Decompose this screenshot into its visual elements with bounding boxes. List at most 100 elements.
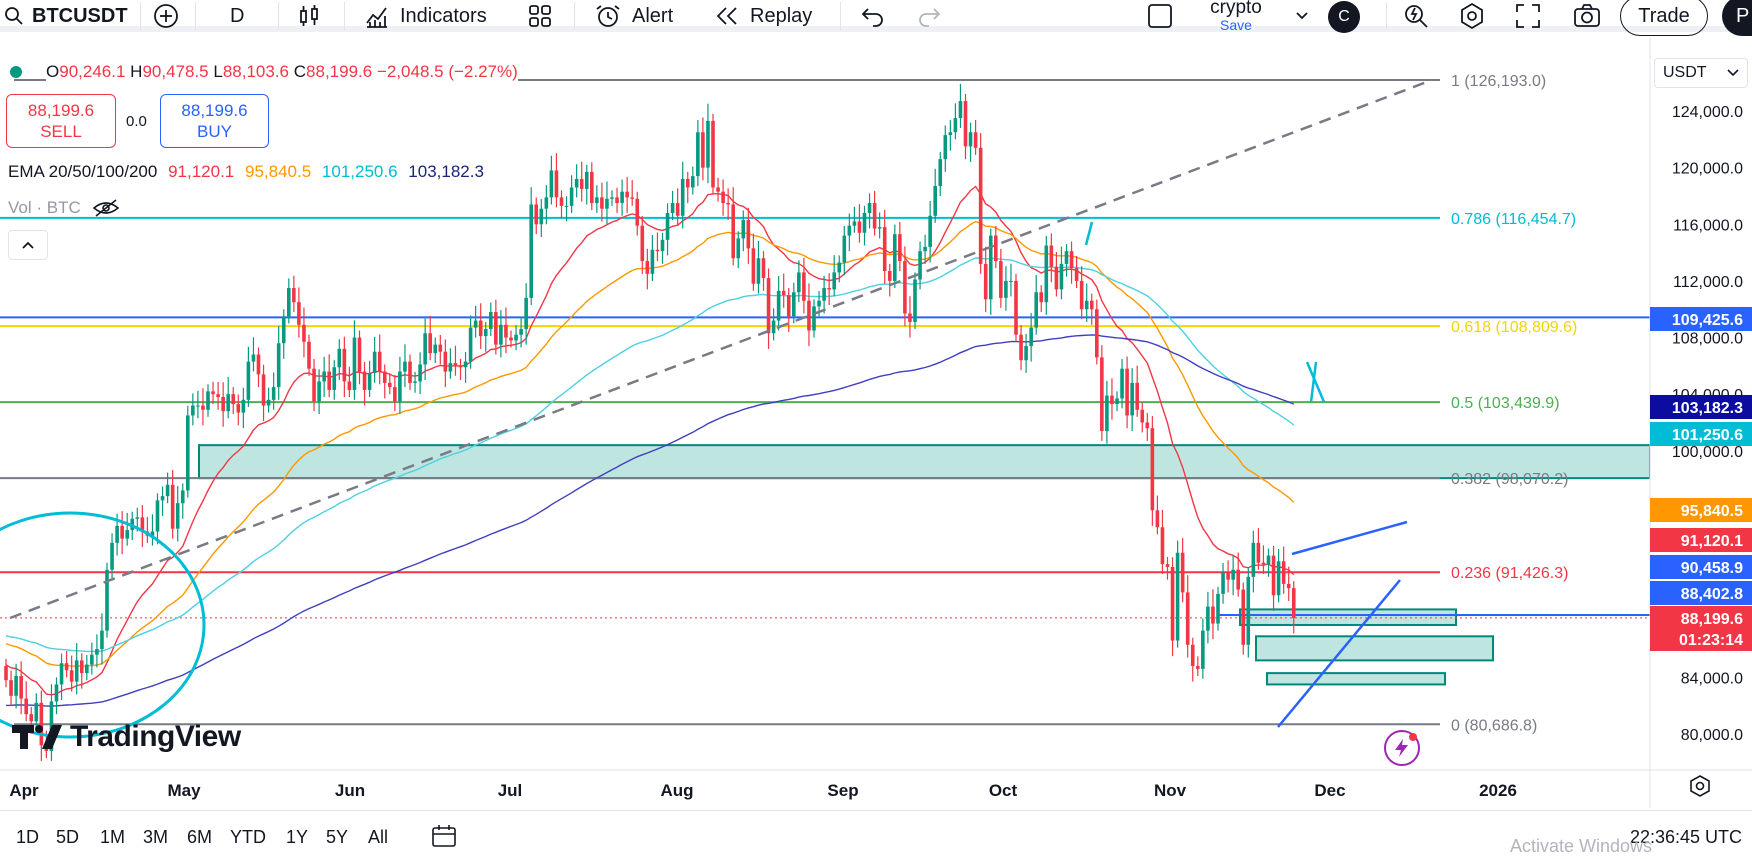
price-tag-label: 95,840.5 bbox=[1681, 503, 1743, 520]
close-value: 88,199.6 bbox=[306, 62, 373, 81]
range-button-5d[interactable]: 5D bbox=[56, 827, 79, 848]
range-button-1d[interactable]: 1D bbox=[16, 827, 39, 848]
avatar[interactable]: C bbox=[1328, 1, 1360, 33]
market-status[interactable] bbox=[0, 60, 22, 84]
range-button-5y[interactable]: 5Y bbox=[326, 827, 348, 848]
candle-body bbox=[1236, 569, 1240, 590]
candle-body bbox=[1150, 428, 1155, 511]
quick-search-button[interactable] bbox=[1402, 0, 1430, 32]
candle-body bbox=[519, 329, 523, 335]
candle-body bbox=[9, 680, 13, 696]
avatar-letter: C bbox=[1338, 8, 1350, 25]
candle-body bbox=[413, 381, 417, 383]
range-button-3m[interactable]: 3M bbox=[143, 827, 168, 848]
candle-body bbox=[372, 351, 377, 373]
candle-body bbox=[670, 203, 675, 213]
symbol-search-button[interactable]: BTCUSDT bbox=[4, 0, 128, 32]
redo-button[interactable] bbox=[916, 0, 942, 32]
layouts-button[interactable] bbox=[527, 0, 553, 32]
candle-body bbox=[4, 666, 8, 681]
os-watermark: Activate Windows bbox=[1510, 836, 1653, 856]
candle-body bbox=[499, 324, 503, 345]
tradingview-logo[interactable]: TradingView bbox=[12, 720, 241, 754]
price-chart[interactable]: 1 (126,193.0) 0.786 (116,454.7) 0.618 (108… bbox=[0, 38, 1752, 808]
candle-body bbox=[110, 542, 114, 570]
ema20-line bbox=[5, 185, 1295, 696]
buy-price: 88,199.6 bbox=[181, 101, 248, 120]
candle-body bbox=[973, 132, 978, 148]
settings-hex-icon bbox=[1690, 775, 1710, 797]
trade-button[interactable]: Trade bbox=[1620, 0, 1708, 36]
candle-body bbox=[398, 371, 402, 402]
candle-body bbox=[822, 287, 826, 301]
interval-label: D bbox=[230, 4, 245, 27]
layout-square-icon bbox=[1148, 4, 1172, 28]
candle-body bbox=[953, 118, 958, 133]
candle-body bbox=[842, 235, 847, 263]
candle-body bbox=[1231, 569, 1235, 580]
chart-type-button[interactable] bbox=[296, 0, 322, 32]
candle-body bbox=[665, 212, 670, 240]
volume-legend[interactable]: Vol · BTC bbox=[8, 198, 121, 218]
currency-select[interactable]: USDT bbox=[1654, 58, 1748, 88]
time-scale: Apr May Jun Jul Aug Sep Oct Nov Dec 2026 bbox=[0, 769, 1752, 800]
candle-body bbox=[393, 387, 397, 402]
range-button-1m[interactable]: 1M bbox=[100, 827, 125, 848]
candle-body bbox=[504, 324, 508, 338]
candle-body bbox=[877, 227, 882, 229]
range-button-all[interactable]: All bbox=[368, 827, 388, 848]
publish-button[interactable]: P bbox=[1722, 0, 1752, 36]
buy-button[interactable]: 88,199.6 BUY bbox=[160, 94, 269, 148]
fib-label-1: 0.786 (116,454.7) bbox=[1451, 211, 1576, 228]
chart-settings-button[interactable] bbox=[1688, 774, 1712, 803]
layout-menu-button[interactable] bbox=[1294, 0, 1310, 32]
price-tag-label: 88,199.6 bbox=[1681, 611, 1743, 628]
fib-label-4: 0.382 (98,070.2) bbox=[1451, 471, 1568, 488]
sell-button[interactable]: 88,199.6 SELL bbox=[6, 94, 116, 148]
candle-body bbox=[923, 246, 927, 252]
lightning-indicator-button[interactable] bbox=[1384, 730, 1420, 766]
fullscreen-button[interactable] bbox=[1514, 0, 1542, 32]
candle-body bbox=[726, 203, 730, 205]
indicators-button[interactable]: Indicators bbox=[364, 0, 487, 32]
candle-body bbox=[1291, 588, 1296, 618]
alert-button[interactable]: Alert bbox=[594, 0, 673, 32]
layout-name-button[interactable]: crypto Save bbox=[1196, 0, 1276, 33]
replay-button[interactable]: Replay bbox=[714, 0, 812, 32]
collapse-legend-button[interactable] bbox=[8, 230, 48, 260]
resistance-trendline bbox=[1291, 520, 1408, 556]
candle-body bbox=[165, 484, 170, 497]
price-tag-label: 101,250.6 bbox=[1672, 427, 1743, 444]
open-key: O bbox=[46, 62, 60, 81]
candle-body bbox=[221, 397, 225, 412]
candle-body bbox=[640, 225, 645, 262]
range-button-ytd[interactable]: YTD bbox=[230, 827, 266, 848]
candle-body bbox=[766, 278, 771, 334]
layout-select-button[interactable] bbox=[1146, 0, 1174, 32]
candle-body bbox=[201, 405, 205, 410]
candle-body bbox=[276, 343, 281, 388]
candle-body bbox=[1059, 263, 1064, 290]
undo-button[interactable] bbox=[860, 0, 886, 32]
candle-body bbox=[746, 220, 751, 249]
candle-body bbox=[1211, 606, 1215, 624]
eye-hidden-icon[interactable] bbox=[91, 198, 121, 218]
settings-button[interactable] bbox=[1458, 0, 1486, 32]
goto-date-button[interactable] bbox=[430, 823, 458, 854]
range-button-1y[interactable]: 1Y bbox=[286, 827, 308, 848]
snapshot-button[interactable] bbox=[1572, 0, 1602, 32]
candle-body bbox=[706, 120, 710, 168]
compare-add-button[interactable] bbox=[153, 0, 179, 32]
range-button-6m[interactable]: 6M bbox=[187, 827, 212, 848]
ema-legend[interactable]: EMA 20/50/100/200 91,120.1 95,840.5 101,… bbox=[8, 162, 484, 182]
candles-icon bbox=[300, 5, 318, 26]
candle-body bbox=[463, 361, 468, 368]
candle-body bbox=[347, 381, 352, 390]
candle-body bbox=[893, 234, 897, 281]
candle-body bbox=[827, 287, 831, 290]
candle-body bbox=[1206, 606, 1210, 631]
candle-body bbox=[756, 258, 761, 284]
interval-button[interactable]: D bbox=[230, 0, 244, 32]
grid-icon bbox=[529, 5, 551, 27]
candle-body bbox=[812, 306, 816, 331]
